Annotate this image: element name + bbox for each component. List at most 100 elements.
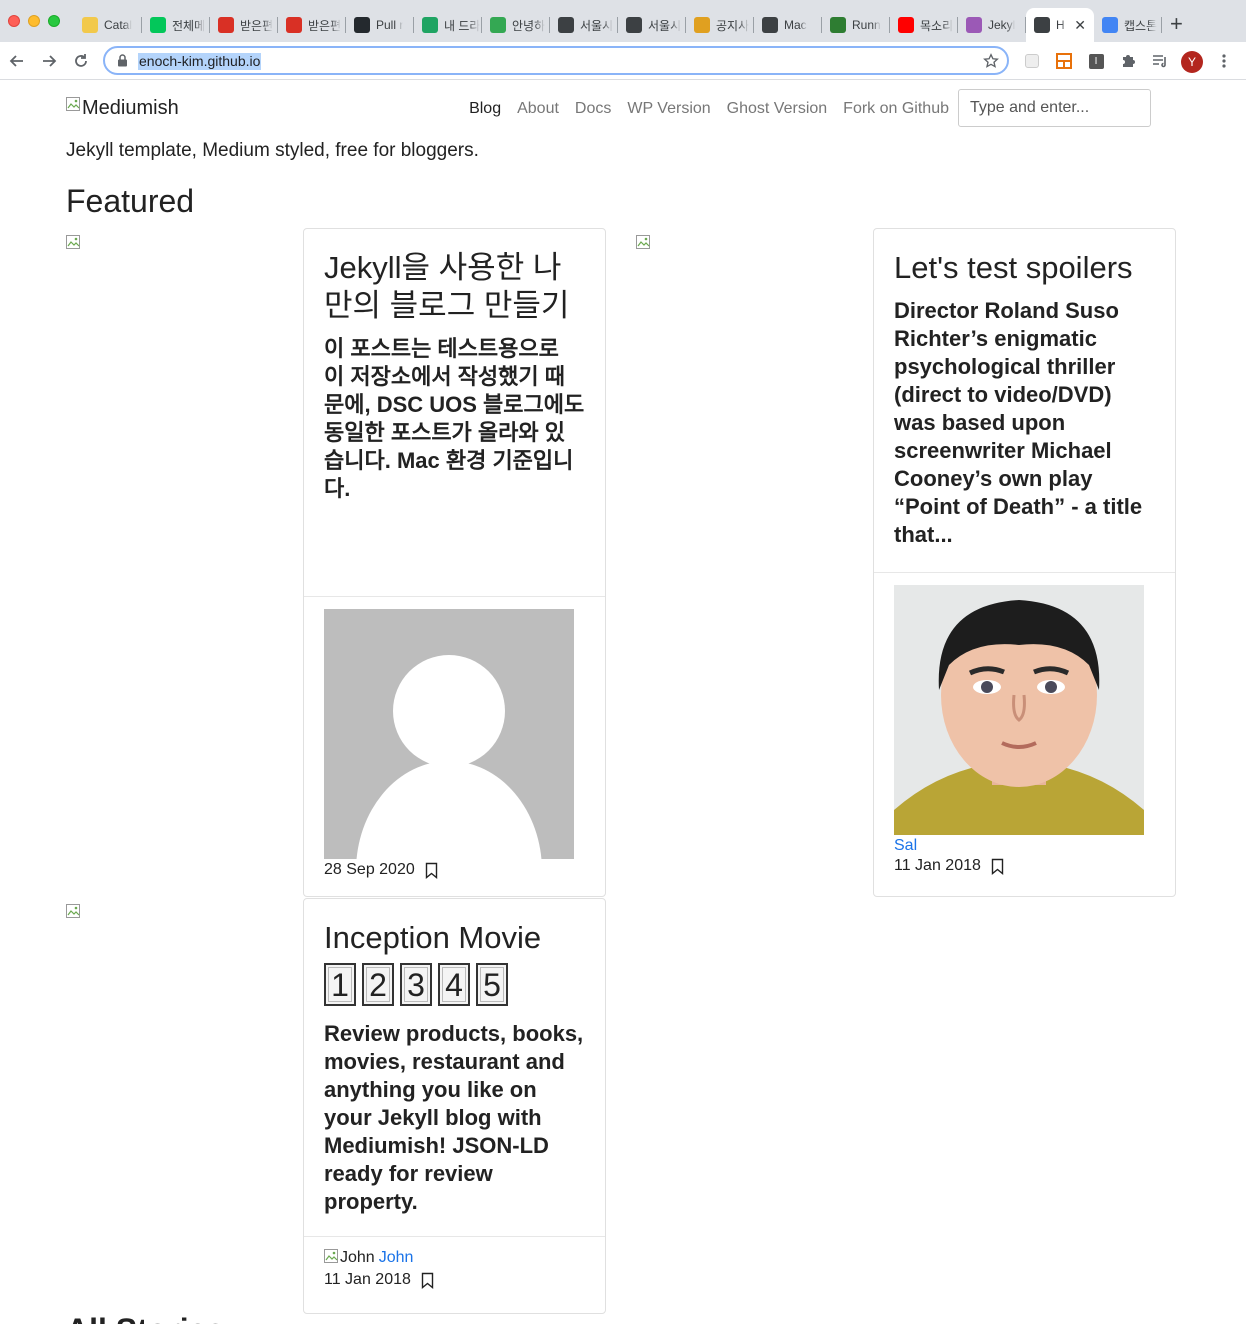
address-bar[interactable]: enoch-kim.github.io <box>103 46 1009 75</box>
browser-tab[interactable]: Mac <box>754 8 822 42</box>
browser-tab[interactable]: 받은편 <box>278 8 346 42</box>
browser-tab[interactable]: 내 드라 <box>414 8 482 42</box>
author-avatar-sal <box>894 585 1144 835</box>
mail-check-icon <box>150 17 166 33</box>
browser-tab[interactable]: 목소리 <box>890 8 958 42</box>
github-icon <box>354 17 370 33</box>
post-date: 28 Sep 2020 <box>324 861 415 878</box>
tab-title: Pull r <box>376 18 404 32</box>
post-date: 11 Jan 2018 <box>894 857 981 874</box>
tab-title: 공지사 <box>716 18 750 33</box>
close-window-button[interactable] <box>8 15 20 27</box>
tab-title: 서울시 <box>580 18 614 33</box>
extension-icon[interactable] <box>1023 52 1041 70</box>
browser-tab[interactable]: H ✕ <box>1026 8 1094 42</box>
tab-title: 안녕하 <box>512 18 546 33</box>
bookmark-star-icon[interactable] <box>983 53 999 69</box>
forward-button[interactable] <box>38 50 60 72</box>
close-tab-icon[interactable]: ✕ <box>1074 17 1086 34</box>
search-input[interactable] <box>958 89 1151 127</box>
browser-tab[interactable]: 서울시 <box>618 8 686 42</box>
post-footer: John John 11 Jan 2018 <box>304 1236 605 1301</box>
site-logo[interactable]: Mediumish <box>66 97 179 120</box>
nav-docs[interactable]: Docs <box>575 100 611 118</box>
sheet-icon <box>490 17 506 33</box>
minimize-window-button[interactable] <box>28 15 40 27</box>
post-title[interactable]: Let's test spoilers <box>894 249 1155 287</box>
site-tagline: Jekyll template, Medium styled, free for… <box>66 140 479 161</box>
post-title[interactable]: Jekyll을 사용한 나만의 블로그 만들기 <box>324 249 585 325</box>
rating-box: 4 <box>438 963 470 1006</box>
browser-tab[interactable]: 안녕하 <box>482 8 550 42</box>
browser-tab[interactable]: Pull r <box>346 8 414 42</box>
tab-title: Runn <box>852 18 881 32</box>
grid-icon <box>830 17 846 33</box>
browser-tab[interactable]: Runn <box>822 8 890 42</box>
lock-icon <box>118 54 127 67</box>
post-date: 11 Jan 2018 <box>324 1271 411 1288</box>
url-text[interactable]: enoch-kim.github.io <box>138 53 262 70</box>
browser-tab[interactable]: 받은편 <box>210 8 278 42</box>
dots-icon <box>762 17 778 33</box>
extension-reader-icon[interactable]: I <box>1087 52 1105 70</box>
browser-tab[interactable]: Jekyl <box>958 8 1026 42</box>
gmail-icon <box>286 17 302 33</box>
post-card-jekyll-blog[interactable]: Jekyll을 사용한 나만의 블로그 만들기 이 포스트는 테스트용으로 이 … <box>303 228 606 897</box>
back-button[interactable] <box>6 50 28 72</box>
arrow-left-icon <box>9 55 23 67</box>
reload-button[interactable] <box>70 50 92 72</box>
menu-kebab-icon[interactable] <box>1215 52 1233 70</box>
maximize-window-button[interactable] <box>48 15 60 27</box>
browser-tab[interactable]: Catal <box>74 8 142 42</box>
broken-image-icon <box>66 97 82 113</box>
post-thumbnail-broken-image-icon[interactable] <box>636 235 652 251</box>
notice-icon <box>694 17 710 33</box>
post-thumbnail-broken-image-icon[interactable] <box>66 235 82 251</box>
browser-tab-bar: Catal 전체메 받은편 받은편 Pull r 내 드라 안녕하 서울시 서울시 공지사 Mac R… <box>0 0 1246 42</box>
nav-about[interactable]: About <box>517 100 559 118</box>
tab-title: 목소리 <box>920 18 954 33</box>
browser-tab[interactable]: 전체메 <box>142 8 210 42</box>
post-author-link[interactable]: Sal <box>894 837 1155 855</box>
browser-tab[interactable]: 서울시 <box>550 8 618 42</box>
reload-icon <box>75 54 87 67</box>
browser-tab[interactable]: 공지사 <box>686 8 754 42</box>
browser-toolbar: enoch-kim.github.io I Y <box>0 42 1246 80</box>
bookmark-icon[interactable] <box>991 858 1004 875</box>
post-title[interactable]: Inception Movie <box>324 919 585 957</box>
nav-fork-on-github[interactable]: Fork on Github <box>843 100 949 118</box>
tab-strip: Catal 전체메 받은편 받은편 Pull r 내 드라 안녕하 서울시 서울시 공지사 Mac R… <box>74 8 1162 42</box>
gmail-icon <box>218 17 234 33</box>
post-excerpt: 이 포스트는 테스트용으로 이 저장소에서 작성했기 때문에, DSC UOS … <box>324 336 585 501</box>
post-thumbnail-broken-image-icon[interactable] <box>66 904 82 920</box>
post-footer: 28 Sep 2020 <box>304 596 605 891</box>
media-queue-icon[interactable] <box>1151 52 1169 70</box>
bookmark-icon[interactable] <box>425 862 438 879</box>
tab-title: Catal <box>104 18 133 32</box>
post-author-link[interactable]: John <box>379 1249 414 1267</box>
logo-alt-text: Mediumish <box>82 97 179 119</box>
nav-ghost-version[interactable]: Ghost Version <box>727 100 828 118</box>
post-card-spoilers[interactable]: Let's test spoilers Director Roland Suso… <box>873 228 1176 897</box>
post-author: John John <box>324 1249 585 1267</box>
featured-heading: Featured <box>66 183 195 219</box>
tab-title: H <box>1056 18 1065 32</box>
puzzle-icon[interactable] <box>1119 52 1137 70</box>
jekyll-icon <box>966 17 982 33</box>
profile-avatar[interactable]: Y <box>1181 51 1203 73</box>
post-card-inception[interactable]: Inception Movie 1 2 3 4 5 Review product… <box>303 898 606 1314</box>
tab-title: 받은편 <box>308 18 342 33</box>
globe-icon <box>1034 17 1050 33</box>
cartoon-avatar-image <box>894 585 1144 835</box>
person-placeholder-icon <box>356 655 542 859</box>
rating-box: 2 <box>362 963 394 1006</box>
globe-icon <box>626 17 642 33</box>
nav-wp-version[interactable]: WP Version <box>627 100 710 118</box>
extension-grid-icon[interactable] <box>1055 52 1073 70</box>
author-image-alt: John <box>340 1249 375 1266</box>
nav-blog[interactable]: Blog <box>469 100 501 118</box>
bookmark-icon[interactable] <box>421 1272 434 1289</box>
new-tab-button[interactable]: + <box>1170 12 1183 36</box>
browser-tab[interactable]: 캡스톤 <box>1094 8 1162 42</box>
post-excerpt: Director Roland Suso Richter’s enigmatic… <box>894 298 1143 547</box>
